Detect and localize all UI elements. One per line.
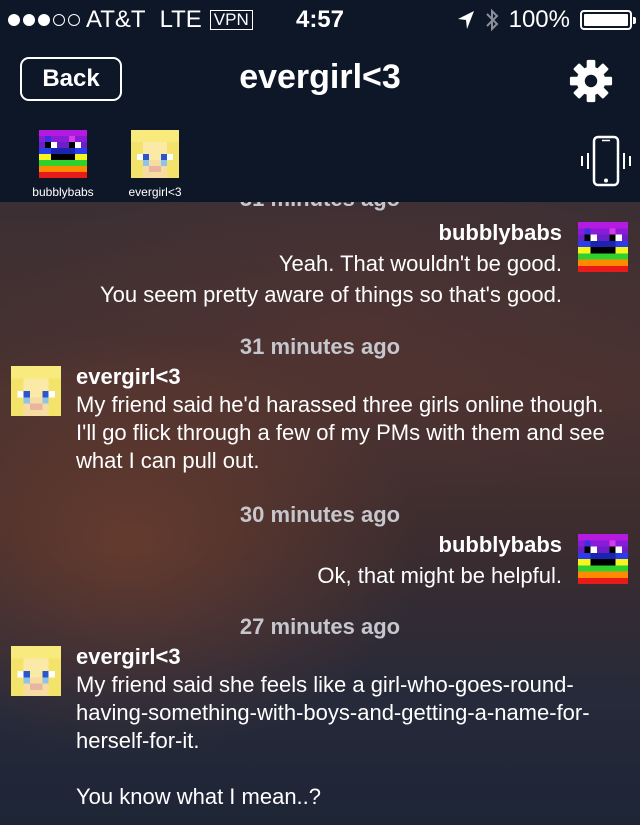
status-right: 100% — [457, 0, 636, 40]
message-text: My friend said he'd harassed three girls… — [76, 392, 605, 473]
avatar — [578, 534, 628, 584]
message-incoming: evergirl<3 My friend said she feels like… — [76, 643, 621, 811]
gear-icon[interactable] — [568, 58, 614, 104]
battery-icon — [580, 10, 636, 30]
message-outgoing: bubblybabs Yeah. That wouldn't be good. … — [100, 217, 562, 310]
message-text: Yeah. That wouldn't be good. — [278, 251, 562, 276]
location-arrow-icon — [457, 11, 474, 29]
phone-vibrate-icon[interactable] — [576, 134, 636, 192]
participant-evergirl[interactable]: evergirl<3 — [115, 130, 195, 199]
message-sender: evergirl<3 — [76, 644, 181, 669]
battery-percent: 100% — [508, 6, 570, 33]
message-incoming: evergirl<3 My friend said he'd harassed … — [76, 363, 621, 475]
participant-name: evergirl<3 — [128, 185, 182, 199]
nav-bar: Back evergirl<3 — [0, 40, 640, 122]
bluetooth-icon — [485, 8, 499, 32]
status-bar: AT&T LTE VPN 4:57 100% — [0, 0, 640, 40]
chat-area[interactable]: 31 minutes ago bubblybabs Yeah. That wou… — [0, 202, 640, 825]
avatar — [578, 222, 628, 272]
avatar — [11, 646, 61, 696]
message-text: Ok, that might be helpful. — [317, 563, 562, 588]
avatar — [11, 366, 61, 416]
message-sender: bubblybabs — [438, 532, 562, 557]
participant-name: bubblybabs — [32, 185, 94, 199]
timestamp: 31 minutes ago — [239, 334, 401, 359]
participants-bar: bubblybabs evergirl<3 — [0, 122, 640, 203]
avatar — [131, 130, 179, 178]
timestamp: 30 minutes ago — [239, 502, 401, 527]
participant-bubblybabs[interactable]: bubblybabs — [23, 130, 103, 199]
message-text: You seem pretty aware of things so that'… — [100, 282, 562, 307]
message-text: My friend said she feels like a girl-who… — [76, 672, 590, 753]
avatar — [39, 130, 87, 178]
message-sender: evergirl<3 — [76, 364, 181, 389]
message-outgoing: bubblybabs Ok, that might be helpful. — [317, 529, 562, 591]
timestamp: 27 minutes ago — [239, 614, 401, 639]
timestamp: 31 minutes ago — [0, 202, 640, 212]
page-title: evergirl<3 — [239, 58, 401, 96]
message-sender: bubblybabs — [438, 220, 562, 245]
message-text: You know what I mean..? — [76, 784, 322, 809]
